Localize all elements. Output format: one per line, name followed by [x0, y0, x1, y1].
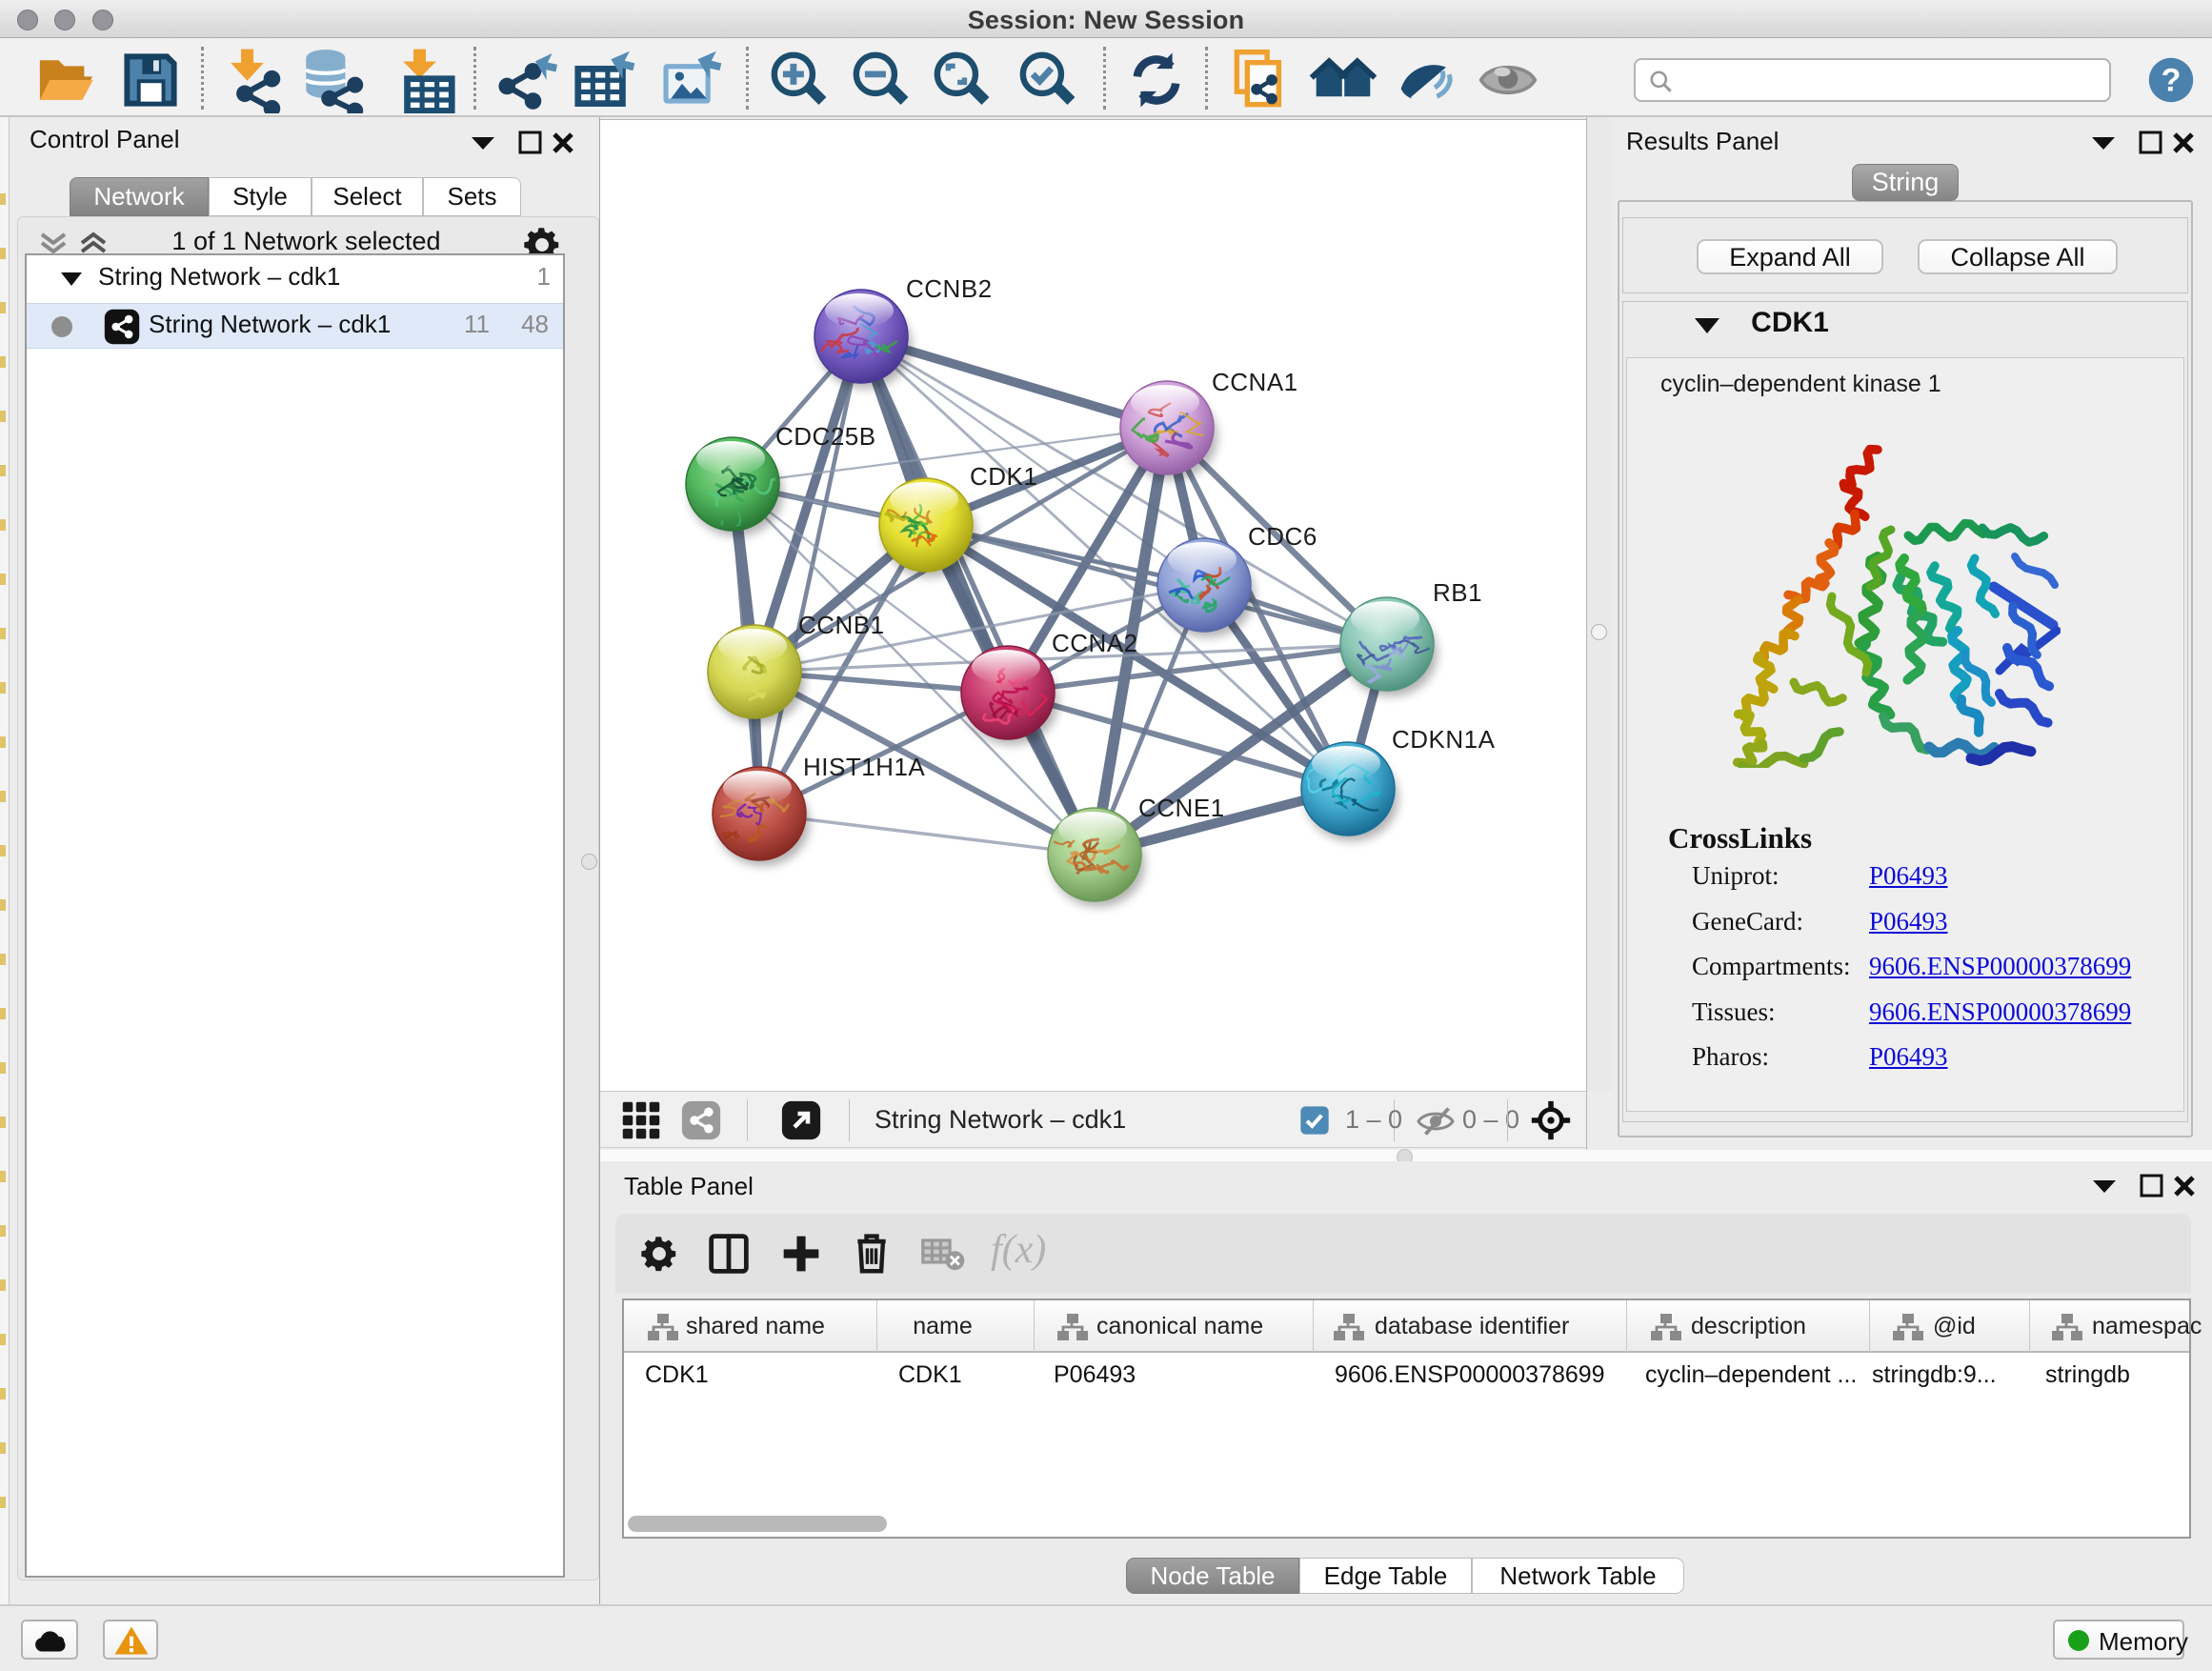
- svg-text:CDK1: CDK1: [970, 462, 1037, 491]
- svg-text:CCNA2: CCNA2: [1052, 629, 1138, 657]
- svg-text:CDKN1A: CDKN1A: [1392, 725, 1496, 754]
- svg-text:CCNA1: CCNA1: [1212, 368, 1298, 396]
- svg-text:CCNB1: CCNB1: [798, 611, 885, 639]
- svg-text:HIST1H1A: HIST1H1A: [803, 753, 925, 781]
- svg-text:CCNE1: CCNE1: [1138, 794, 1225, 822]
- svg-text:?: ?: [2162, 63, 2182, 99]
- svg-text:CDC25B: CDC25B: [775, 422, 876, 451]
- svg-text:CCNB2: CCNB2: [906, 274, 993, 303]
- svg-text:RB1: RB1: [1433, 578, 1482, 607]
- svg-text:CDC6: CDC6: [1248, 522, 1317, 551]
